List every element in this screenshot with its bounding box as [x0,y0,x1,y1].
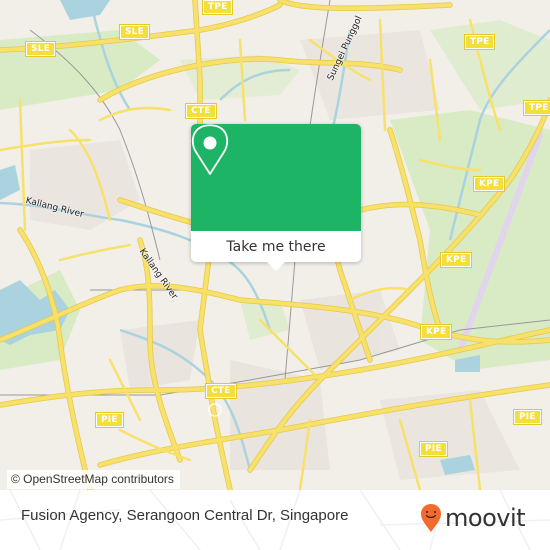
popup-header [191,124,361,231]
highway-shield-pie: PIE [419,441,448,457]
highway-shield-cte: CTE [185,103,217,119]
highway-shield-tpe: TPE [522,100,550,116]
highway-shield-tpe: TPE [463,34,496,50]
footer-bar: Fusion Agency, Serangoon Central Dr, Sin… [0,490,550,550]
highway-shield-tpe: TPE [201,0,234,15]
map-attribution[interactable]: © OpenStreetMap contributors [7,470,180,489]
highway-shield-pie: PIE [95,412,124,428]
moovit-pin-icon [421,504,441,532]
highway-shield-kpe: KPE [472,176,506,192]
place-title: Fusion Agency, Serangoon Central Dr, Sin… [21,507,349,524]
brand-name: moovit [445,504,526,532]
highway-shield-sle: SLE [25,41,56,57]
popup-pointer [267,262,285,271]
map-view[interactable]: SLE SLE TPE TPE TPE CTE CTE KPE KPE KPE … [0,0,550,490]
location-popup: Take me there [191,124,361,271]
highway-shield-kpe: KPE [439,252,473,268]
highway-shield-pie: PIE [513,409,542,425]
highway-shield-cte: CTE [205,383,237,399]
moovit-logo[interactable]: moovit [420,503,526,533]
take-me-there-button[interactable]: Take me there [191,231,361,262]
location-pin-icon [191,124,229,175]
highway-shield-kpe: KPE [419,324,453,340]
highway-shield-sle: SLE [119,24,150,40]
